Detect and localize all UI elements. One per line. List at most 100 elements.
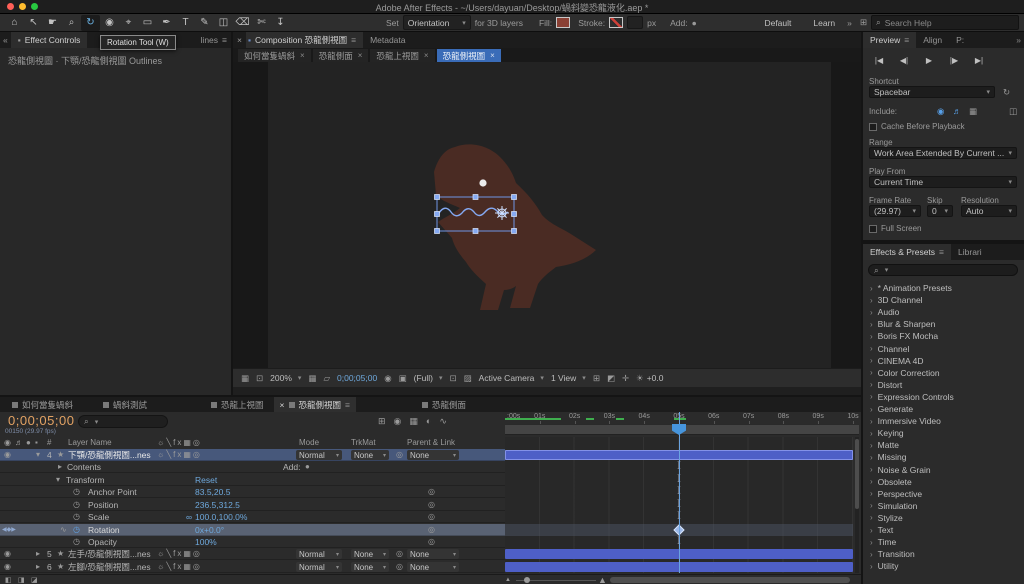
chevron-right-icon[interactable]: › bbox=[870, 477, 873, 486]
disclosure-triangle-icon[interactable]: ▸ bbox=[36, 548, 40, 559]
effects-category[interactable]: › Immersive Video bbox=[863, 415, 1024, 427]
keyframe-navigator[interactable]: ◀◆▶ bbox=[2, 524, 16, 535]
previous-frame-button[interactable]: ◀| bbox=[894, 54, 914, 67]
next-frame-button[interactable]: |▶ bbox=[944, 54, 964, 67]
frame-rate-dropdown[interactable]: (29.97) ▾ bbox=[869, 205, 921, 217]
effects-category[interactable]: › Distort bbox=[863, 379, 1024, 391]
add-property-icon[interactable]: ● bbox=[305, 461, 310, 472]
chevron-right-icon[interactable]: › bbox=[870, 405, 873, 414]
panel-menu-icon[interactable]: ≡ bbox=[939, 247, 944, 257]
full-screen-checkbox[interactable] bbox=[869, 225, 877, 233]
timeline-tab[interactable]: 如何當隻蝸斜 bbox=[6, 397, 79, 412]
disclosure-triangle-icon[interactable]: ▸ bbox=[58, 461, 62, 472]
parent-dropdown[interactable]: None ▾ bbox=[407, 450, 459, 460]
first-frame-button[interactable]: |◀ bbox=[869, 54, 889, 67]
effects-category[interactable]: › CINEMA 4D bbox=[863, 355, 1024, 367]
trkmat-dropdown[interactable]: None ▾ bbox=[351, 549, 389, 559]
opacity-value[interactable]: 100% bbox=[195, 536, 217, 547]
viewer-tab[interactable]: 恐龍側面 × bbox=[312, 49, 369, 62]
position-value[interactable]: 236.5,312.5 bbox=[195, 499, 240, 510]
property-row-scale[interactable]: ◷ Scale ∞ 100.0,100.0% ◎ I bbox=[0, 511, 861, 523]
timeline-tab[interactable]: 蝸斜測試 bbox=[97, 397, 153, 412]
viewer-tab[interactable]: 恐龍上視圖 × bbox=[370, 49, 435, 62]
magnification-dropdown[interactable]: 200% ▾ bbox=[270, 373, 301, 383]
parent-dropdown[interactable]: None ▾ bbox=[407, 562, 459, 572]
stopwatch-icon[interactable]: ◷ bbox=[73, 536, 80, 547]
camera-tool-icon[interactable]: ◉ bbox=[100, 15, 119, 31]
chevron-right-icon[interactable]: › bbox=[870, 344, 873, 353]
tab-effects-presets[interactable]: Effects & Presets ≡ bbox=[863, 244, 952, 260]
chevron-right-icon[interactable]: › bbox=[870, 392, 873, 401]
chevron-right-icon[interactable]: › bbox=[870, 489, 873, 498]
property-row-anchor-point[interactable]: ◷ Anchor Point 83.5,20.5 ◎ I bbox=[0, 486, 861, 498]
pen-tool-icon[interactable]: ✒ bbox=[157, 15, 176, 31]
include-video-icon[interactable]: ◉ bbox=[937, 106, 944, 117]
panel-menu-icon[interactable]: ≡ bbox=[345, 400, 350, 410]
fill-swatch[interactable] bbox=[556, 17, 571, 28]
opacity-label[interactable]: Opacity bbox=[88, 536, 117, 547]
workspace-overflow-icon[interactable]: » bbox=[847, 18, 852, 28]
timeline-tab[interactable]: 恐龍上視圖 bbox=[205, 397, 270, 412]
effects-category[interactable]: › Utility bbox=[863, 560, 1024, 572]
pickwhip-icon[interactable]: ◎ bbox=[428, 499, 435, 510]
contents-label[interactable]: Contents bbox=[67, 461, 101, 472]
selection-tool-icon[interactable]: ↖ bbox=[24, 15, 43, 31]
chevron-right-icon[interactable]: › bbox=[870, 538, 873, 547]
stopwatch-icon-active[interactable]: ◷ bbox=[73, 524, 80, 535]
include-audio-icon[interactable]: ♬ bbox=[953, 106, 962, 116]
add-shape-icon[interactable]: ● bbox=[692, 18, 697, 28]
rotation-label[interactable]: Rotation bbox=[88, 524, 120, 535]
expand-in-out-icon[interactable]: ◪ bbox=[31, 575, 38, 584]
resolution-dropdown[interactable]: (Full) ▾ bbox=[414, 373, 443, 383]
tab-effect-controls[interactable]: ▪ Effect Controls bbox=[10, 32, 88, 48]
chevron-right-icon[interactable]: › bbox=[870, 356, 873, 365]
pickwhip-icon[interactable]: ◎ bbox=[428, 511, 435, 522]
tab-overflow[interactable]: lines ≡ bbox=[201, 32, 227, 48]
pickwhip-icon[interactable]: ◎ bbox=[396, 561, 403, 572]
type-tool-icon[interactable]: T bbox=[176, 15, 195, 31]
scale-value[interactable]: 100.0,100.0% bbox=[195, 511, 247, 522]
panel-menu-icon[interactable]: ≡ bbox=[351, 35, 356, 45]
tab-preview[interactable]: Preview ≡ bbox=[863, 32, 917, 48]
view-layout-dropdown[interactable]: 1 View ▾ bbox=[551, 373, 586, 383]
pickwhip-icon[interactable]: ◎ bbox=[396, 548, 403, 559]
timeline-tab[interactable]: × 恐龍側視圖 ≡ bbox=[273, 397, 356, 412]
pixel-aspect-icon[interactable]: ⊞ bbox=[593, 373, 600, 384]
reset-icon[interactable]: ↻ bbox=[1003, 87, 1010, 98]
trkmat-column-header[interactable]: TrkMat bbox=[351, 438, 376, 447]
layer-name[interactable]: 左手/恐龍側視圖...nes bbox=[68, 548, 151, 559]
parent-dropdown[interactable]: None ▾ bbox=[407, 549, 459, 559]
play-button[interactable]: ▶ bbox=[919, 54, 939, 67]
effects-category[interactable]: › Transition bbox=[863, 548, 1024, 560]
chevron-right-icon[interactable]: › bbox=[870, 562, 873, 571]
pan-behind-tool-icon[interactable]: ⌖ bbox=[119, 15, 138, 31]
effects-category[interactable]: › Text bbox=[863, 524, 1024, 536]
grid-guides-icon[interactable]: ▦ bbox=[308, 373, 316, 384]
frame-blending-icon[interactable]: ▦ bbox=[409, 416, 418, 427]
visibility-icon[interactable]: ◉ bbox=[4, 561, 11, 572]
chevron-right-icon[interactable]: › bbox=[870, 465, 873, 474]
layer-switches[interactable]: ☼╲fx▦◎ bbox=[157, 548, 202, 559]
tab-overflow-icon[interactable]: » bbox=[1016, 35, 1021, 45]
layer-switches[interactable]: ☼╲fx▦◎ bbox=[157, 449, 202, 460]
tab-composition[interactable]: ▪ Composition 恐龍側視圖 ≡ bbox=[245, 32, 364, 48]
clone-stamp-tool-icon[interactable]: ◫ bbox=[214, 15, 233, 31]
pickwhip-icon[interactable]: ◎ bbox=[396, 449, 403, 460]
pickwhip-icon[interactable]: ◎ bbox=[428, 486, 435, 497]
anchor-point-value[interactable]: 83.5,20.5 bbox=[195, 486, 230, 497]
show-channel-icon[interactable]: ▣ bbox=[399, 373, 407, 384]
stroke-width-field[interactable] bbox=[627, 16, 644, 29]
chevron-right-icon[interactable]: › bbox=[870, 441, 873, 450]
chevron-right-icon[interactable]: › bbox=[870, 526, 873, 535]
stopwatch-icon[interactable]: ◷ bbox=[73, 486, 80, 497]
effects-category[interactable]: › Matte bbox=[863, 439, 1024, 451]
chevron-right-icon[interactable]: › bbox=[870, 429, 873, 438]
layer-name[interactable]: 下顎/恐龍側視圖...nes bbox=[68, 449, 151, 460]
panel-menu-icon[interactable]: ≡ bbox=[904, 35, 909, 45]
hand-tool-icon[interactable]: ☛ bbox=[43, 15, 62, 31]
property-row-opacity[interactable]: ◷ Opacity 100% ◎ I bbox=[0, 536, 861, 548]
expand-switches-icon[interactable]: ◧ bbox=[5, 575, 12, 584]
link-dimensions-icon[interactable]: ∞ bbox=[186, 511, 192, 522]
parent-link-column-header[interactable]: Parent & Link bbox=[407, 438, 455, 447]
chevron-right-icon[interactable]: › bbox=[870, 380, 873, 389]
